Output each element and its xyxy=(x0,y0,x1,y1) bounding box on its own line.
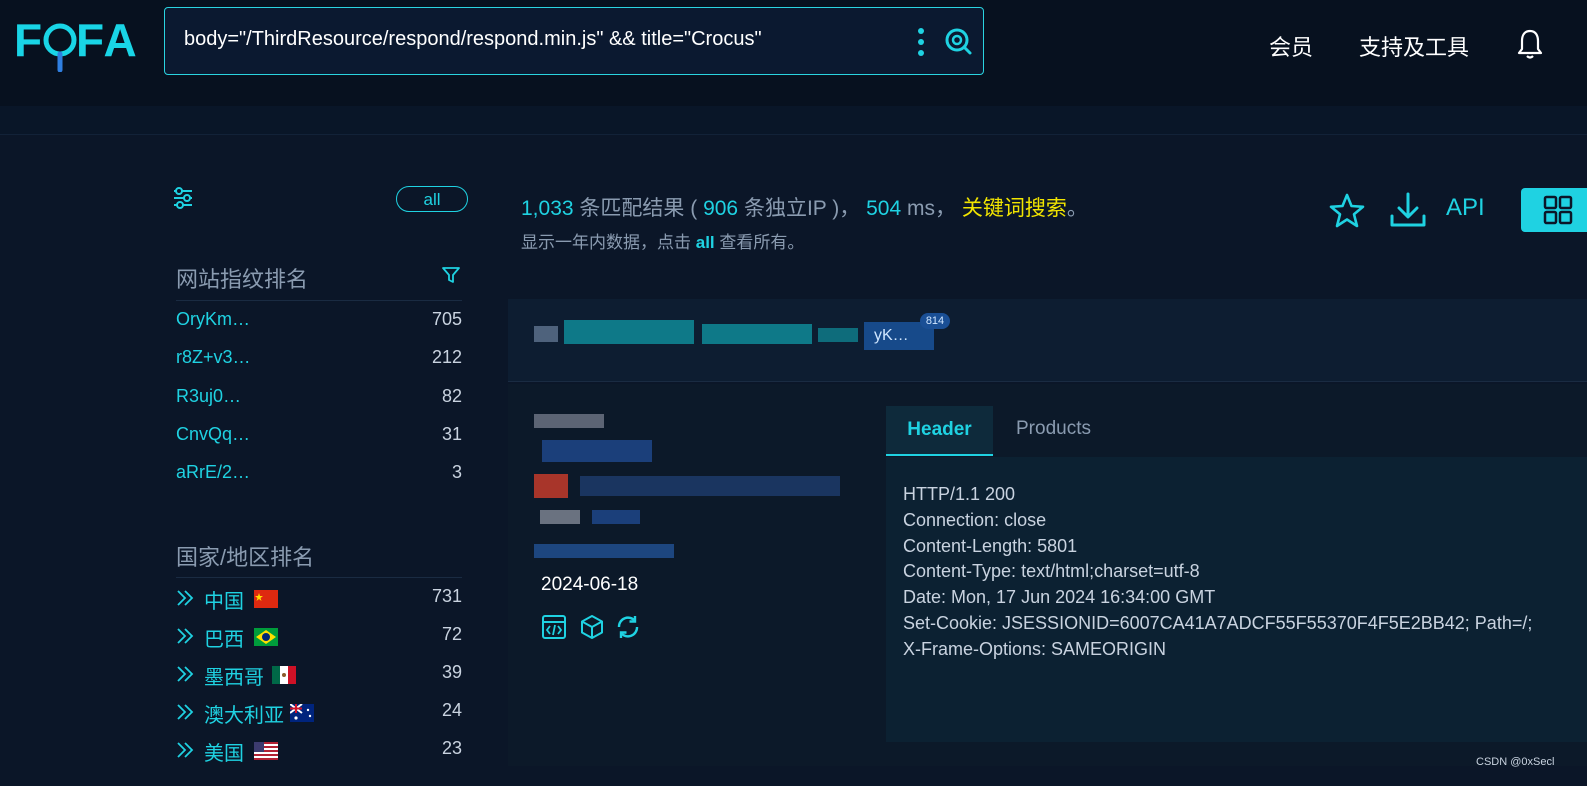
grid-icon xyxy=(1543,195,1573,225)
flag-au-icon xyxy=(290,704,314,722)
expand-chevron-icon[interactable] xyxy=(176,741,194,759)
results-summary: 1,033 条匹配结果 ( 906 条独立IP )， 504 ms， 关键词搜索… xyxy=(521,192,1088,222)
country-item-count: 72 xyxy=(441,624,462,644)
period: 。 xyxy=(1066,197,1088,220)
sub-bar xyxy=(0,106,1587,135)
fingerprint-item-label[interactable]: CnvQq… xyxy=(176,424,250,445)
country-item-count: 23 xyxy=(441,738,462,758)
cube-icon[interactable] xyxy=(579,614,605,640)
country-item-count: 24 xyxy=(441,700,462,720)
tab-header[interactable]: Header xyxy=(886,406,993,456)
country-item-label[interactable]: 澳大利亚 xyxy=(204,699,284,728)
tab-products[interactable]: Products xyxy=(1016,418,1091,440)
unique-ip-suffix: 条独立IP )， xyxy=(743,197,861,220)
result-count-suffix: 条匹配结果 ( xyxy=(579,197,698,220)
http-header-line: Content-Length: 5801 xyxy=(903,535,1078,556)
search-box[interactable]: body="/ThirdResource/respond/respond.min… xyxy=(164,7,984,75)
http-header-line: HTTP/1.1 200 xyxy=(903,484,1016,504)
nav-vip[interactable]: 会员 xyxy=(1269,30,1313,62)
http-header-line: Connection: close xyxy=(903,509,1047,530)
fingerprint-item-count: 82 xyxy=(441,385,462,406)
country-item-count: 731 xyxy=(431,586,462,606)
country-item-count: 39 xyxy=(441,662,462,682)
country-item-label[interactable]: 巴西 xyxy=(204,623,244,652)
results-note-prefix: 显示一年内数据，点击 xyxy=(521,233,691,252)
http-header-line: Set-Cookie: JSESSIONID=6007CA41A7ADCF55F… xyxy=(903,613,1533,633)
fingerprint-item-label[interactable]: r8Z+v3… xyxy=(176,347,251,368)
all-toggle[interactable]: all xyxy=(396,186,468,212)
refresh-icon[interactable] xyxy=(615,614,641,640)
show-all-link[interactable]: all xyxy=(696,233,715,252)
search-input[interactable]: body="/ThirdResource/respond/respond.min… xyxy=(184,28,762,51)
fofa-logo-mark: F FA xyxy=(14,14,139,72)
search-icon[interactable] xyxy=(943,26,973,56)
grid-view-button[interactable] xyxy=(1521,188,1587,232)
query-time-suffix: ms， xyxy=(907,197,956,220)
api-button[interactable]: API xyxy=(1446,194,1485,222)
results-note-suffix: 查看所有。 xyxy=(719,233,805,252)
flag-br-icon xyxy=(254,628,278,646)
fofa-logo[interactable]: F FA xyxy=(14,12,142,72)
fingerprint-item-count: 705 xyxy=(431,309,462,329)
expand-chevron-icon[interactable] xyxy=(176,703,194,721)
redacted-host xyxy=(534,320,864,346)
svg-text:FA: FA xyxy=(76,14,139,66)
more-options-icon[interactable] xyxy=(915,26,927,58)
fingerprint-ranking-title: 网站指纹排名 xyxy=(176,267,309,292)
fingerprint-item-count: 3 xyxy=(451,462,462,483)
flag-mx-icon xyxy=(272,666,296,684)
fingerprint-item-count: 31 xyxy=(441,423,462,444)
flag-us-icon xyxy=(254,742,278,760)
redacted-meta xyxy=(534,414,854,564)
expand-chevron-icon[interactable] xyxy=(176,627,194,645)
http-header-line: X-Frame-Options: SAMEORIGIN xyxy=(903,638,1167,659)
unique-ip-count: 906 xyxy=(703,197,739,220)
fingerprint-item-label[interactable]: aRrE/2… xyxy=(176,462,250,483)
code-view-icon[interactable] xyxy=(541,614,567,640)
divider xyxy=(176,300,462,301)
filter-settings-icon[interactable] xyxy=(172,186,194,210)
download-icon[interactable] xyxy=(1388,190,1428,230)
watermark: CSDN @0xSecl xyxy=(1476,756,1555,768)
country-item-label[interactable]: 中国 xyxy=(204,585,244,614)
svg-text:F: F xyxy=(14,14,44,66)
star-icon[interactable] xyxy=(1328,192,1366,230)
fingerprint-item-label[interactable]: OryKm… xyxy=(176,309,250,330)
country-item-label[interactable]: 墨西哥 xyxy=(204,661,264,690)
bell-icon[interactable] xyxy=(1516,28,1544,60)
keyword-search-link[interactable]: 关键词搜索 xyxy=(962,197,1067,220)
query-time: 504 xyxy=(866,197,902,220)
result-count: 1,033 xyxy=(521,197,574,220)
fingerprint-item-count: 212 xyxy=(431,347,462,368)
host-badge-count: 814 xyxy=(920,313,950,329)
country-item-label[interactable]: 美国 xyxy=(204,737,244,766)
http-header-line: Content-Type: text/html;charset=utf-8 xyxy=(903,561,1200,582)
expand-chevron-icon[interactable] xyxy=(176,665,194,683)
fingerprint-item-label[interactable]: R3uj0… xyxy=(176,386,241,407)
results-note: 显示一年内数据，点击 all 查看所有。 xyxy=(521,228,804,253)
result-date: 2024-06-18 xyxy=(541,574,639,595)
http-header-line: Date: Mon, 17 Jun 2024 16:34:00 GMT xyxy=(903,587,1216,608)
nav-tools[interactable]: 支持及工具 xyxy=(1359,30,1469,62)
divider xyxy=(176,577,462,578)
expand-chevron-icon[interactable] xyxy=(176,589,194,607)
funnel-icon[interactable] xyxy=(442,266,460,284)
country-ranking-title: 国家/地区排名 xyxy=(176,545,315,570)
flag-cn-icon xyxy=(254,590,278,608)
